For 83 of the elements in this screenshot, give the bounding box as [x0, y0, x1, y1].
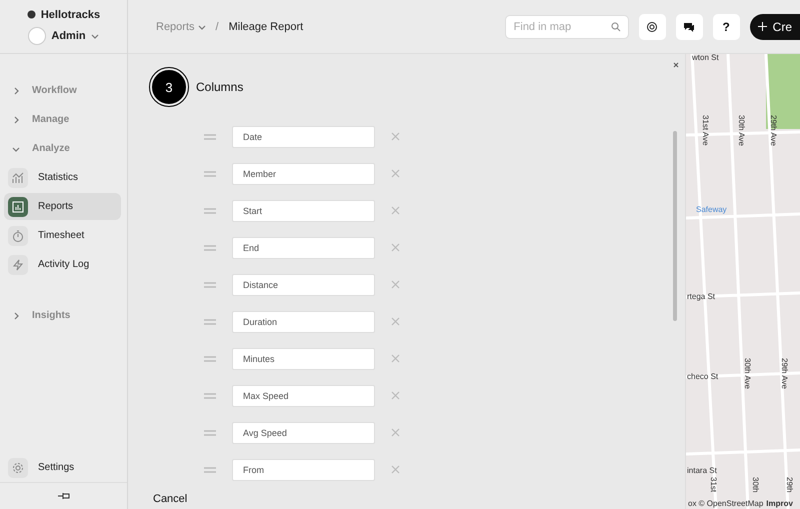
column-field[interactable]: Minutes — [232, 348, 375, 370]
chevron-right-icon — [12, 312, 20, 320]
breadcrumb-current: Mileage Report — [228, 20, 304, 32]
chevron-right-icon — [12, 86, 20, 94]
street-label: 31st — [709, 477, 718, 492]
create-button[interactable]: Cre — [750, 14, 800, 40]
street-label: 30th — [751, 477, 760, 493]
drag-handle-icon[interactable] — [204, 318, 216, 324]
knot-icon — [646, 20, 658, 32]
section-title: Columns — [196, 80, 244, 94]
street-label: rtega St — [687, 292, 716, 301]
drag-handle-icon[interactable] — [204, 356, 216, 362]
drag-handle-icon[interactable] — [204, 430, 216, 436]
remove-icon[interactable] — [391, 243, 400, 252]
remove-icon[interactable] — [391, 132, 400, 141]
nav-item[interactable]: Timesheet — [4, 222, 121, 249]
street-label: 30th Ave — [737, 115, 746, 146]
street-label: 29th Ave — [780, 358, 789, 389]
stopwatch-icon — [12, 230, 24, 242]
search-icon — [610, 22, 621, 32]
scrollbar[interactable] — [673, 131, 677, 321]
column-field[interactable]: From — [232, 458, 375, 480]
nav-item[interactable]: Reports — [4, 193, 121, 220]
help-button[interactable]: ? — [712, 14, 740, 40]
street-label: wton St — [692, 54, 719, 62]
remove-icon[interactable] — [391, 317, 400, 326]
street-label: 29th Ave — [769, 115, 778, 146]
remove-icon[interactable] — [391, 428, 400, 437]
search-field[interactable]: Find in map — [504, 14, 629, 38]
remove-icon[interactable] — [391, 169, 400, 178]
plus-icon — [758, 22, 767, 31]
drag-handle-icon[interactable] — [204, 170, 216, 176]
pin-icon[interactable] — [56, 491, 70, 501]
drag-handle-icon[interactable] — [204, 392, 216, 398]
column-field[interactable]: End — [232, 236, 375, 258]
close-icon[interactable] — [671, 60, 681, 70]
street-label: checo St — [687, 372, 718, 381]
settings-icon — [8, 458, 28, 478]
nav-item[interactable]: Statistics — [4, 164, 121, 191]
remove-icon[interactable] — [391, 206, 400, 215]
drag-handle-icon[interactable] — [204, 282, 216, 288]
bar-chart-icon — [12, 200, 24, 212]
ai-button[interactable] — [638, 14, 666, 40]
chevron-right-icon — [12, 116, 20, 124]
drag-handle-icon[interactable] — [204, 466, 216, 472]
place-label: Safeway — [696, 205, 727, 214]
column-field[interactable]: Start — [232, 200, 375, 222]
drag-handle-icon[interactable] — [204, 244, 216, 250]
street-label: 31st Ave — [701, 115, 710, 146]
drag-handle-icon[interactable] — [204, 134, 216, 140]
remove-icon[interactable] — [391, 354, 400, 363]
chart-icon — [12, 172, 24, 184]
chevron-down-icon — [198, 22, 206, 30]
lightning-icon — [12, 258, 24, 270]
remove-icon[interactable] — [391, 391, 400, 400]
breadcrumb-separator: / — [216, 20, 219, 32]
nav-item[interactable]: Settings — [4, 454, 121, 481]
column-field[interactable]: Max Speed — [232, 384, 375, 406]
remove-icon[interactable] — [391, 465, 400, 474]
drag-handle-icon[interactable] — [204, 208, 216, 214]
avatar-icon — [28, 26, 46, 44]
remove-icon[interactable] — [391, 280, 400, 289]
nav-item[interactable]: Activity Log — [4, 251, 121, 278]
chevron-down-icon — [90, 32, 99, 40]
brand-name: Hellotracks — [40, 8, 100, 20]
street-label: 30th Ave — [743, 358, 752, 389]
chat-button[interactable] — [676, 14, 703, 40]
map-attribution: ox © OpenStreetMap — [688, 499, 764, 508]
column-field[interactable]: Duration — [232, 310, 375, 332]
chevron-down-icon — [12, 144, 20, 152]
improve-link[interactable]: Improv — [766, 499, 793, 508]
chat-icon — [683, 20, 696, 32]
logo-icon — [26, 10, 36, 19]
map[interactable]: wton St 31st Ave 30th Ave 29th Ave Safeway rtega St 30th Ave 29th Ave checo St intara St 31st 30th 29th ox © OpenStreetMap Improv — [686, 54, 800, 509]
street-label: intara St — [687, 466, 717, 475]
cancel-button[interactable]: Cancel — [153, 490, 188, 506]
column-field[interactable]: Date — [232, 126, 375, 148]
column-field[interactable]: Distance — [232, 274, 375, 296]
step-number: 3 — [150, 68, 188, 106]
street-label: 29th — [785, 477, 794, 493]
column-field[interactable]: Avg Speed — [232, 422, 375, 444]
account-name[interactable]: Admin — [51, 30, 86, 42]
column-field[interactable]: Member — [232, 162, 375, 184]
